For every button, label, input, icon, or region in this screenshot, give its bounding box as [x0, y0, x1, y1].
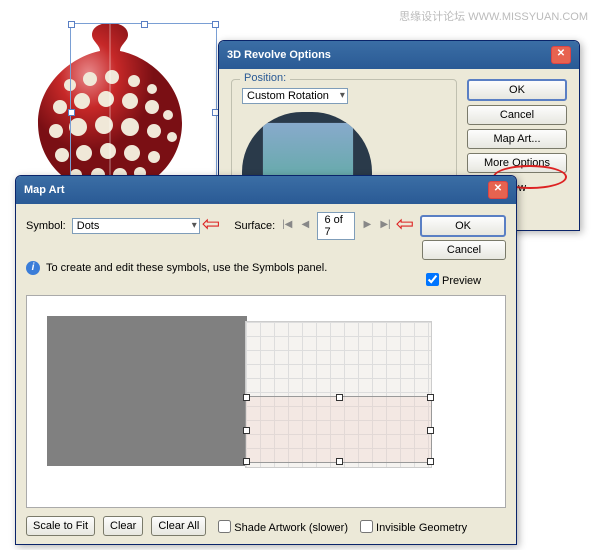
prev-surface-button[interactable]: ◀ [299, 219, 311, 233]
surface-counter: 6 of 7 [317, 212, 355, 240]
scale-to-fit-button[interactable]: Scale to Fit [26, 516, 95, 536]
resize-handle[interactable] [336, 394, 343, 401]
last-surface-button[interactable]: ▶| [379, 219, 391, 233]
revolve-preview-cube[interactable] [242, 112, 372, 182]
map-preview-area[interactable] [26, 295, 506, 508]
position-legend: Position: [240, 72, 290, 84]
close-icon[interactable]: ✕ [488, 181, 508, 199]
mapart-titlebar[interactable]: Map Art ✕ [16, 176, 516, 204]
hidden-surface-shape [47, 316, 247, 466]
resize-handle[interactable] [68, 109, 75, 116]
surface-label: Surface: [234, 220, 275, 232]
ok-button[interactable]: OK [420, 215, 506, 237]
more-options-button[interactable]: More Options [467, 153, 567, 173]
info-icon: i [26, 261, 40, 275]
first-surface-button[interactable]: |◀ [281, 219, 293, 233]
resize-handle[interactable] [243, 427, 250, 434]
position-select[interactable]: Custom Rotation [242, 88, 348, 104]
mapart-dialog: Map Art ✕ Symbol: Dots ⇦ Surface: |◀ ◀ 6 … [15, 175, 517, 545]
cancel-button[interactable]: Cancel [467, 105, 567, 125]
revolve-titlebar[interactable]: 3D Revolve Options ✕ [219, 41, 579, 69]
resize-handle[interactable] [68, 21, 75, 28]
symbol-label: Symbol: [26, 220, 66, 232]
revolve-title: 3D Revolve Options [227, 49, 331, 61]
mapart-title: Map Art [24, 184, 65, 196]
invisible-geometry-checkbox[interactable]: Invisible Geometry [356, 517, 467, 536]
resize-handle[interactable] [243, 458, 250, 465]
preview-checkbox[interactable]: Preview [422, 270, 506, 289]
vase-artwork [20, 15, 200, 190]
resize-handle[interactable] [212, 21, 219, 28]
hint-text: To create and edit these symbols, use th… [46, 262, 327, 274]
clear-all-button[interactable]: Clear All [151, 516, 206, 536]
cancel-button[interactable]: Cancel [422, 240, 506, 260]
ok-button[interactable]: OK [467, 79, 567, 101]
symbol-select[interactable]: Dots [72, 218, 200, 234]
resize-handle[interactable] [141, 21, 148, 28]
watermark-text: 思缘设计论坛 WWW.MISSYUAN.COM [399, 8, 588, 24]
map-art-button[interactable]: Map Art... [467, 129, 567, 149]
resize-handle[interactable] [427, 427, 434, 434]
next-surface-button[interactable]: ▶ [361, 219, 373, 233]
clear-button[interactable]: Clear [103, 516, 143, 536]
resize-handle[interactable] [427, 458, 434, 465]
selection-bounds[interactable] [70, 23, 217, 200]
annotation-arrow: ⇦ [202, 211, 220, 237]
resize-handle[interactable] [336, 458, 343, 465]
annotation-arrow: ⇦ [396, 211, 414, 237]
mapped-symbol-region[interactable] [245, 396, 432, 463]
resize-handle[interactable] [427, 394, 434, 401]
close-icon[interactable]: ✕ [551, 46, 571, 64]
shade-artwork-checkbox[interactable]: Shade Artwork (slower) [214, 517, 348, 536]
resize-handle[interactable] [243, 394, 250, 401]
